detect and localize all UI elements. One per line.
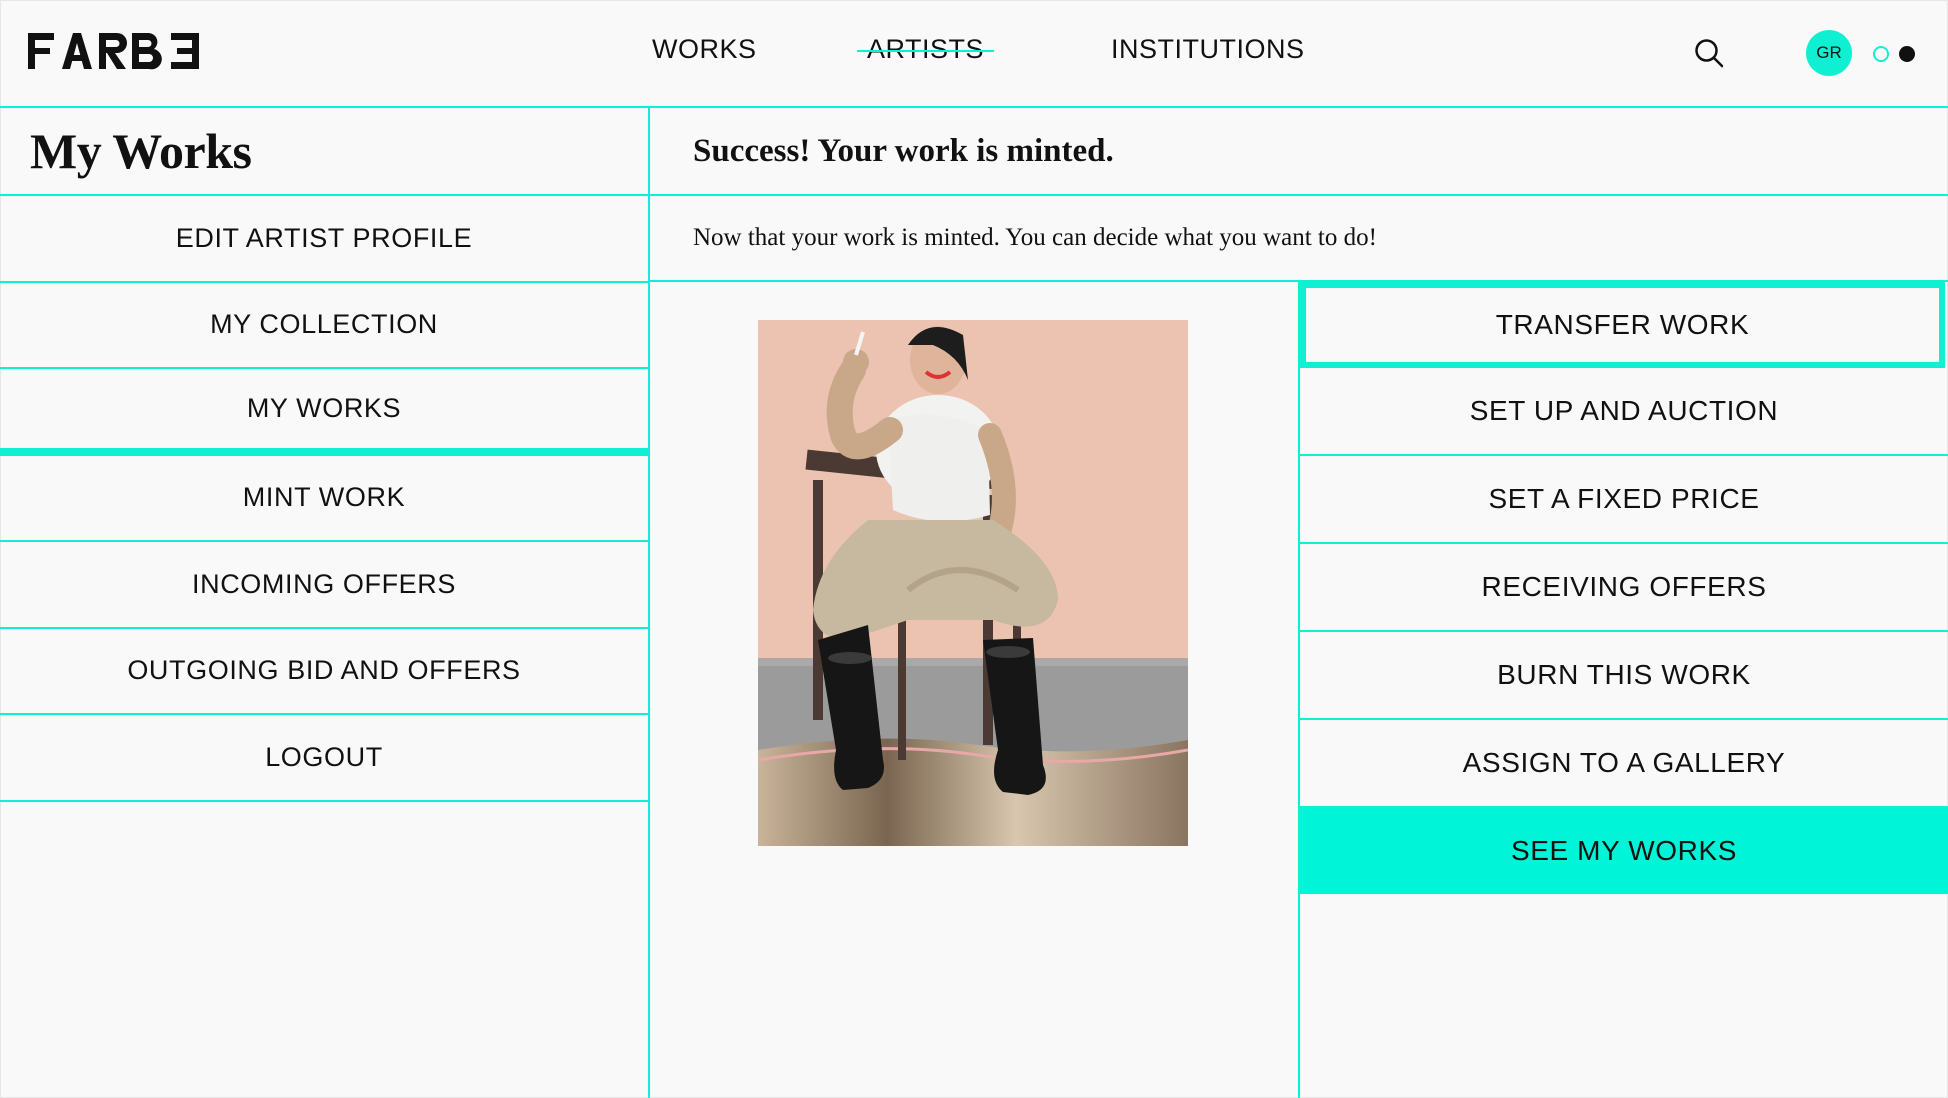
- user-avatar[interactable]: GR: [1806, 30, 1852, 76]
- burn-work-button[interactable]: BURN THIS WORK: [1300, 632, 1948, 720]
- nav-works-link[interactable]: WORKS: [652, 34, 757, 65]
- main-panel: Success! Your work is minted. Now that y…: [650, 108, 1948, 1098]
- sidebar-item-mint-work[interactable]: MINT WORK: [0, 456, 648, 542]
- sidebar: My Works EDIT ARTIST PROFILE MY COLLECTI…: [0, 108, 650, 1098]
- logo-wordmark: [28, 33, 199, 70]
- theme-toggle[interactable]: [1873, 44, 1921, 64]
- success-title: Success! Your work is minted.: [693, 132, 1114, 169]
- artwork-preview-area: [650, 282, 1298, 1098]
- set-up-auction-button[interactable]: SET UP AND AUCTION: [1300, 368, 1948, 456]
- success-header: Success! Your work is minted.: [650, 108, 1948, 196]
- sidebar-item-outgoing-bid-and-offers[interactable]: OUTGOING BID AND OFFERS: [0, 629, 648, 715]
- sidebar-item-logout[interactable]: LOGOUT: [0, 715, 648, 802]
- assign-to-gallery-button[interactable]: ASSIGN TO A GALLERY: [1300, 720, 1948, 808]
- page-title: My Works: [30, 123, 252, 179]
- light-mode-dot-icon: [1873, 46, 1889, 62]
- page-title-row: My Works: [0, 108, 648, 196]
- search-icon[interactable]: [1694, 38, 1724, 68]
- sidebar-item-edit-artist-profile[interactable]: EDIT ARTIST PROFILE: [0, 196, 648, 283]
- dark-mode-dot-icon: [1899, 46, 1915, 62]
- farbe-logo[interactable]: [28, 28, 204, 74]
- description-row: Now that your work is minted. You can de…: [650, 196, 1948, 282]
- minted-artwork-image: [758, 320, 1188, 846]
- action-list: TRANSFER WORK SET UP AND AUCTION SET A F…: [1298, 282, 1948, 1098]
- set-fixed-price-button[interactable]: SET A FIXED PRICE: [1300, 456, 1948, 544]
- success-description: Now that your work is minted. You can de…: [693, 224, 1377, 251]
- sidebar-item-my-works[interactable]: MY WORKS: [0, 369, 648, 456]
- nav-institutions-link[interactable]: INSTITUTIONS: [1111, 34, 1305, 65]
- sidebar-item-incoming-offers[interactable]: INCOMING OFFERS: [0, 542, 648, 629]
- see-my-works-button[interactable]: SEE MY WORKS: [1300, 808, 1948, 894]
- receiving-offers-button[interactable]: RECEIVING OFFERS: [1300, 544, 1948, 632]
- transfer-work-button[interactable]: TRANSFER WORK: [1300, 282, 1945, 368]
- nav-artists-link[interactable]: ARTISTS: [856, 34, 995, 65]
- top-nav: WORKS ARTISTS INSTITUTIONS GR: [0, 0, 1948, 108]
- sidebar-item-my-collection[interactable]: MY COLLECTION: [0, 283, 648, 369]
